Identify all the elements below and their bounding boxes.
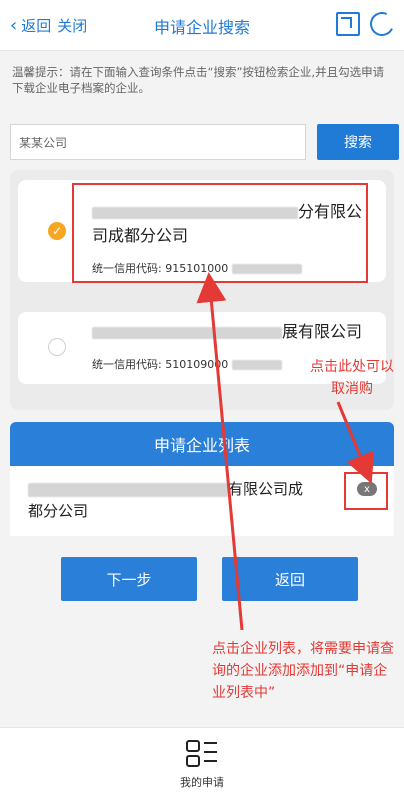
redacted-text bbox=[231, 360, 282, 370]
my-apply-label[interactable]: 我的申请 bbox=[0, 774, 404, 790]
selected-check-icon[interactable]: ✓ bbox=[48, 222, 66, 240]
radio-unchecked-icon[interactable] bbox=[48, 338, 66, 356]
company-name: 展有限公司 bbox=[92, 320, 382, 344]
top-nav-bar: ‹ 返回 关闭 申请企业搜索 bbox=[0, 0, 404, 51]
redacted-text bbox=[28, 482, 228, 497]
credit-code: 统一信用代码: 510109000 bbox=[92, 356, 282, 372]
apply-list: 有限公司成 都分公司 bbox=[10, 466, 394, 536]
apply-list-item: 有限公司成 都分公司 bbox=[28, 480, 304, 520]
annotation-add-hint: 点击企业列表，将需要申请查询的企业添加添加到“申请企业列表中” bbox=[212, 641, 394, 701]
my-apply-icon[interactable] bbox=[186, 740, 218, 768]
search-input[interactable] bbox=[11, 125, 305, 159]
search-field[interactable] bbox=[10, 124, 306, 160]
redacted-text bbox=[92, 326, 282, 339]
annotation-cancel-hint: 点击此处可以取消购 bbox=[310, 359, 394, 397]
search-button[interactable]: 搜索 bbox=[317, 124, 399, 160]
return-button[interactable]: 返回 bbox=[222, 557, 358, 601]
bottom-nav: 我的申请 bbox=[0, 727, 404, 798]
annotation-highlight-box bbox=[72, 183, 368, 283]
next-step-button[interactable]: 下一步 bbox=[61, 557, 197, 601]
search-tip: 温馨提示：请在下面输入查询条件点击“搜索”按钮检索企业,并且勾选申请下载企业电子… bbox=[12, 65, 385, 95]
refresh-icon[interactable] bbox=[366, 8, 398, 40]
open-external-icon[interactable] bbox=[336, 12, 360, 36]
nav-right-icons bbox=[336, 8, 398, 40]
apply-list-header: 申请企业列表 bbox=[10, 422, 394, 466]
annotation-remove-box bbox=[344, 472, 388, 510]
